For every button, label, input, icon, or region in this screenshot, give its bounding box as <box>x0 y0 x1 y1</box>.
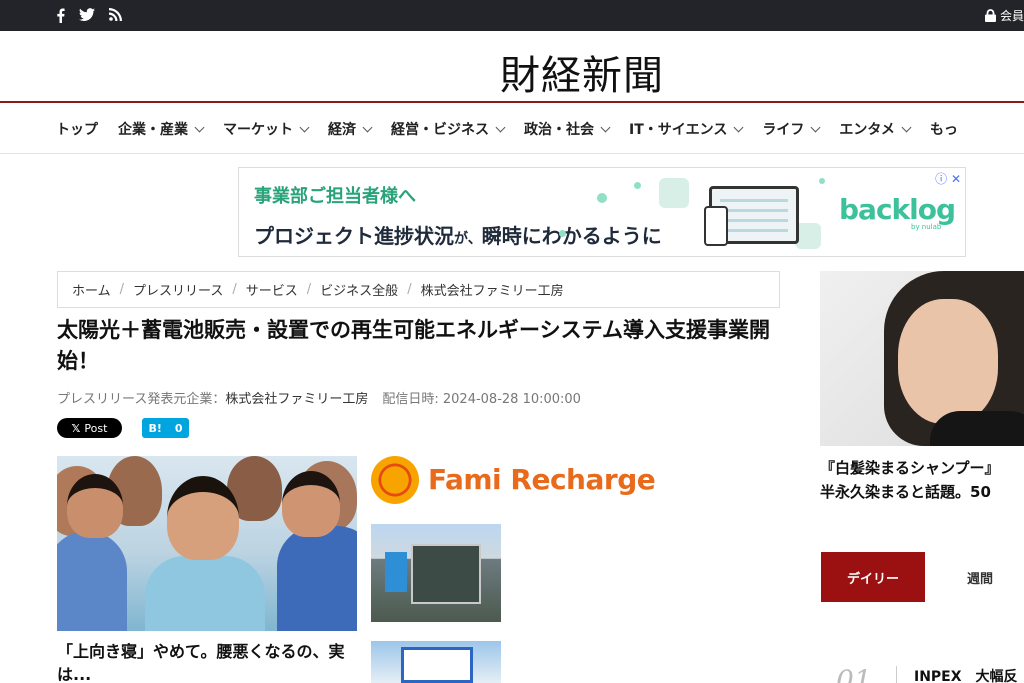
ad-phone-illustration <box>704 206 728 246</box>
ad-person <box>282 471 340 537</box>
hatena-count: 0 <box>174 421 183 435</box>
chevron-down-icon <box>495 122 506 132</box>
ad-decor-icon <box>659 178 689 208</box>
top-bar: 会員 <box>0 0 1024 31</box>
nav-item-industry[interactable]: 企業・産業 <box>118 119 205 139</box>
ad-body: プロジェクト進捗状況が、瞬時にわかるように <box>254 224 662 248</box>
publish-date: 配信日時: 2024-08-28 10:00:00 <box>382 392 581 407</box>
nav-item-economy[interactable]: 経済 <box>328 119 373 139</box>
nav-item-politics[interactable]: 政治・社会 <box>524 119 611 139</box>
chevron-down-icon <box>194 122 205 132</box>
chevron-down-icon <box>362 122 373 132</box>
nav-item-entame[interactable]: エンタメ <box>839 119 912 139</box>
facebook-icon[interactable] <box>56 8 65 23</box>
article-title: 太陽光＋蓄電池販売・設置での再生可能エネルギーシステム導入支援事業開始！ <box>57 318 770 373</box>
publisher-name[interactable]: 株式会社ファミリー工房 <box>225 392 368 407</box>
nav-item-market[interactable]: マーケット <box>223 119 310 139</box>
article-meta: プレスリリース発表元企業：株式会社ファミリー工房 配信日時: 2024-08-28… <box>57 388 581 407</box>
breadcrumb-item[interactable]: ビジネス全般 <box>320 280 398 299</box>
nurses-ad-caption[interactable]: 「上向き寝」やめて。腰悪くなるの、実は... <box>57 640 357 683</box>
social-links <box>56 8 122 23</box>
nav-item-business[interactable]: 経営・ビジネス <box>391 119 506 139</box>
hatena-bookmark-button[interactable]: B! 0 <box>142 418 189 438</box>
ad-brand-sub: by nulab <box>911 223 942 231</box>
ranking-item-title[interactable]: INPEX 大幅反 <box>914 666 1018 683</box>
shampoo-ad-image[interactable] <box>820 271 1024 446</box>
ad-person <box>167 476 239 560</box>
breadcrumb: ホーム / プレスリリース / サービス / ビジネス全般 / 株式会社ファミリー工房 <box>57 271 780 308</box>
ad-decor-dot <box>819 178 825 184</box>
solar-building-photo[interactable] <box>371 524 501 622</box>
breadcrumb-item[interactable]: サービス <box>246 280 298 299</box>
chevron-down-icon <box>810 122 821 132</box>
nurses-ad-image[interactable] <box>57 456 357 631</box>
nav-item-life[interactable]: ライフ <box>762 119 821 139</box>
hatena-logo: B! <box>148 421 162 435</box>
ad-headline: 事業部ご担当者様へ <box>254 186 416 207</box>
ad-banner[interactable]: 事業部ご担当者様へ プロジェクト進捗状況が、瞬時にわかるように backlog … <box>238 167 966 257</box>
masthead: 財経新聞 <box>0 31 1024 103</box>
x-post-button[interactable]: 𝕏 Post <box>57 418 122 438</box>
ad-scrub <box>145 556 265 631</box>
photo-sign <box>401 647 473 683</box>
member-link[interactable]: 会員 <box>984 7 1024 24</box>
ad-person <box>67 474 123 538</box>
nav-item-top[interactable]: トップ <box>56 119 98 139</box>
breadcrumb-item[interactable]: プレスリリース <box>133 280 223 299</box>
solar-sign-photo[interactable] <box>371 641 501 683</box>
x-post-label: Post <box>84 421 108 435</box>
ad-scrub <box>57 531 127 631</box>
main-nav: トップ 企業・産業 マーケット 経済 経営・ビジネス 政治・社会 IT・サイエン… <box>0 104 1024 154</box>
nav-item-it-science[interactable]: IT・サイエンス <box>629 119 744 139</box>
publisher-label: プレスリリース発表元企業： <box>57 392 226 407</box>
lock-icon <box>984 9 996 22</box>
nav-item-more[interactable]: もっ <box>930 119 958 139</box>
breadcrumb-separator: / <box>407 282 412 297</box>
ad-decor-dot <box>634 182 641 189</box>
x-logo-icon: 𝕏 <box>71 421 81 435</box>
photo-sign <box>385 552 407 592</box>
site-logo[interactable]: 財経新聞 <box>500 43 664 101</box>
ad-woman-clothing <box>930 411 1024 446</box>
ad-decor-dot <box>597 193 607 203</box>
ad-close-icon[interactable]: ⓘ ✕ <box>935 170 961 187</box>
ad-decor-dot <box>559 230 566 237</box>
fami-recharge-logo[interactable]: Fami Recharge <box>428 463 656 496</box>
chevron-down-icon <box>733 122 744 132</box>
breadcrumb-item[interactable]: 株式会社ファミリー工房 <box>421 280 564 299</box>
ranking-divider <box>896 666 897 683</box>
ranking-number: 01 <box>836 664 872 683</box>
twitter-icon[interactable] <box>79 8 95 22</box>
chevron-down-icon <box>299 122 310 132</box>
tab-daily[interactable]: デイリー <box>821 552 925 602</box>
photo-building <box>411 544 481 604</box>
chevron-down-icon <box>901 122 912 132</box>
ad-woman-face <box>898 299 998 424</box>
fami-sun-logo-icon[interactable] <box>371 456 419 504</box>
shampoo-ad-caption[interactable]: 『白髪染まるシャンプー』 半永久染まると話題。50 <box>820 456 1024 504</box>
tab-weekly[interactable]: 週間 <box>928 552 1024 602</box>
member-label: 会員 <box>999 9 1024 23</box>
chevron-down-icon <box>600 122 611 132</box>
breadcrumb-item[interactable]: ホーム <box>72 280 111 299</box>
breadcrumb-separator: / <box>306 282 312 297</box>
ad-scrub <box>277 526 357 631</box>
rss-icon[interactable] <box>109 8 122 21</box>
ad-brand-logo: backlog <box>839 193 956 226</box>
breadcrumb-separator: / <box>119 282 125 297</box>
breadcrumb-separator: / <box>232 282 237 297</box>
